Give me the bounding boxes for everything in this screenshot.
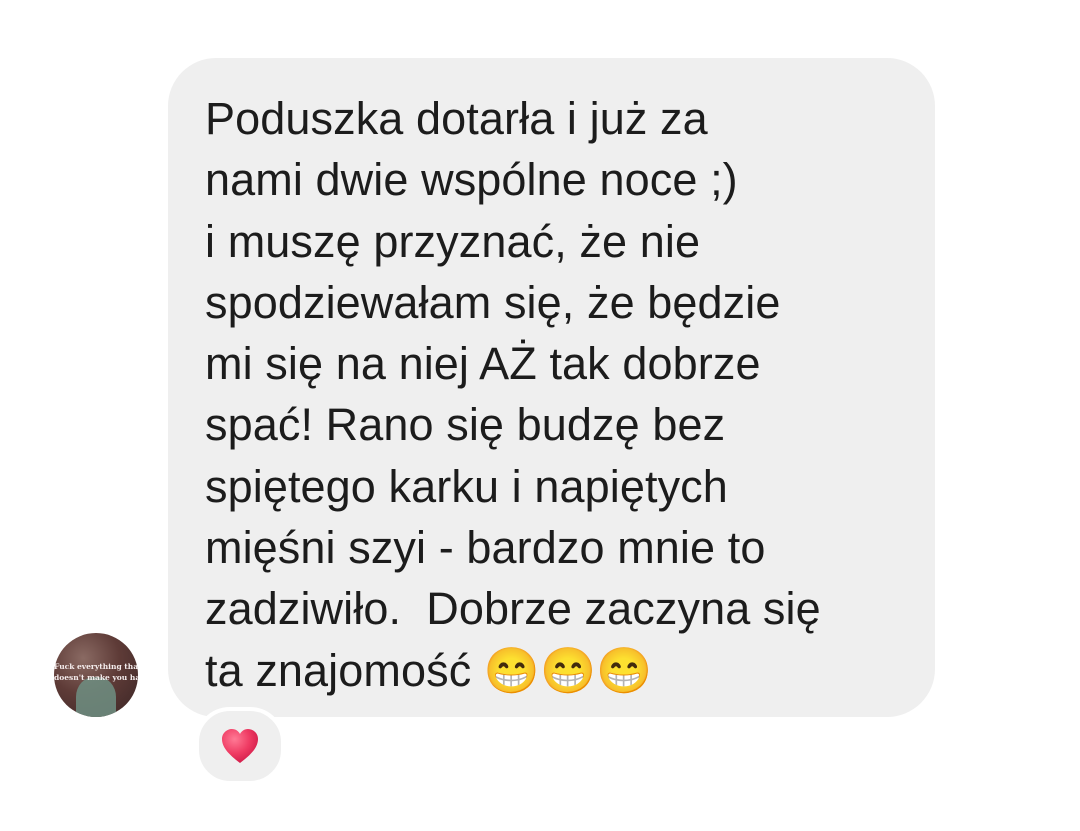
sender-avatar[interactable]: Fuck everything that doesn't make you ha… — [54, 633, 138, 717]
reaction-badge[interactable] — [195, 707, 285, 785]
message-line: mięśni szyi - bardzo mnie to — [205, 522, 766, 574]
avatar-figure — [76, 677, 116, 717]
avatar-caption: Fuck everything that doesn't make you ha… — [54, 662, 138, 682]
chat-screen: Fuck everything that doesn't make you ha… — [0, 0, 1080, 831]
message-line: i muszę przyznać, że nie — [205, 215, 701, 267]
message-line: nami dwie wspólne noce ;) — [205, 154, 738, 206]
heart-icon — [222, 729, 258, 763]
message-line: spodziewałam się, że będzie — [205, 276, 781, 328]
message-line: ta znajomość 😁😁😁 — [205, 644, 653, 696]
message-line: Poduszka dotarła i już za — [205, 93, 708, 144]
message-line: zadziwiło. Dobrze zaczyna się — [205, 583, 821, 635]
message-line: spać! Rano się budzę bez — [205, 399, 726, 451]
message-line: mi się na niej AŻ tak dobrze — [205, 338, 761, 390]
message-text: Poduszka dotarła i już za nami dwie wspó… — [205, 88, 905, 701]
message-line: spiętego karku i napiętych — [205, 460, 728, 512]
